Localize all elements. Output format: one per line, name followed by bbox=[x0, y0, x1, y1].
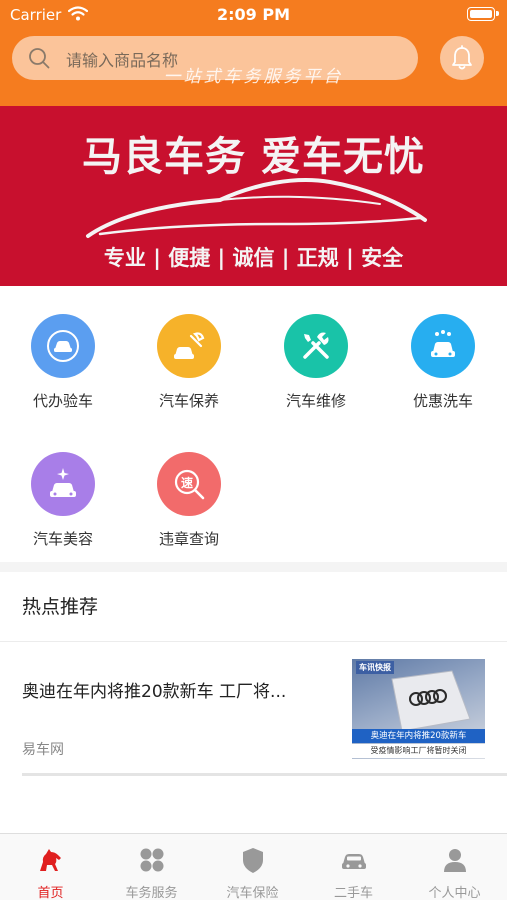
car-maintenance-icon bbox=[174, 332, 205, 359]
service-icon-bg bbox=[31, 452, 95, 516]
bottom-tab-bar: 首页 车务服务 汽车保险 二手车 个人中心 bbox=[0, 833, 507, 900]
service-car-wash[interactable]: 优惠洗车 bbox=[380, 286, 506, 410]
user-icon bbox=[444, 849, 466, 872]
promo-banner[interactable]: 马良车务 爱车无忧 专业 | 便捷 | 诚信 | 正规 | 安全 bbox=[0, 106, 507, 286]
service-label: 汽车维修 bbox=[285, 392, 346, 410]
tab-profile[interactable]: 个人中心 bbox=[404, 834, 505, 900]
service-car-inspection[interactable]: 代办验车 bbox=[0, 286, 126, 410]
banner-tags: 专业 | 便捷 | 诚信 | 正规 | 安全 bbox=[103, 246, 404, 270]
news-thumbnail: 车讯快报 奥迪在年内将推20款新车 受疫情影响工厂将暂时关闭 bbox=[352, 659, 485, 759]
thumb-caption-primary: 奥迪在年内将推20款新车 bbox=[352, 729, 485, 743]
hot-section-title: 热点推荐 bbox=[22, 596, 99, 618]
battery-icon bbox=[467, 7, 499, 21]
repair-tools-icon bbox=[303, 332, 329, 359]
service-icon-bg bbox=[157, 314, 221, 378]
section-divider bbox=[0, 562, 507, 572]
service-label: 代办验车 bbox=[32, 392, 93, 410]
service-violation-search[interactable]: 速 违章查询 bbox=[126, 424, 252, 548]
tab-label: 车务服务 bbox=[125, 886, 178, 900]
news-title: 奥迪在年内将推20款新车 工厂将... bbox=[22, 682, 287, 702]
tab-label: 个人中心 bbox=[428, 886, 481, 900]
car-beauty-icon bbox=[50, 468, 76, 497]
news-item[interactable]: 奥迪在年内将推20款新车 工厂将... 易车网 车讯快报 奥迪在年内将推20款新… bbox=[0, 643, 507, 776]
tab-car-services[interactable]: 车务服务 bbox=[101, 834, 202, 900]
services-grid: 代办验车 汽车保养 汽车维修 优惠洗车 汽车美容 速 违章查询 bbox=[0, 286, 507, 562]
horse-icon bbox=[40, 849, 61, 871]
hot-section-header: 热点推荐 bbox=[0, 572, 507, 642]
service-icon-bg bbox=[31, 314, 95, 378]
service-car-repair[interactable]: 汽车维修 bbox=[253, 286, 379, 410]
tab-label: 二手车 bbox=[333, 886, 373, 900]
header-slogan: 一站式车务服务平台 bbox=[163, 67, 344, 87]
thumb-caption-secondary: 受疫情影响工厂将暂时关闭 bbox=[352, 744, 485, 758]
service-label: 汽车保养 bbox=[158, 392, 219, 410]
tab-car-insurance[interactable]: 汽车保险 bbox=[202, 834, 303, 900]
tab-used-cars[interactable]: 二手车 bbox=[303, 834, 404, 900]
service-icon-bg bbox=[411, 314, 475, 378]
grid-icon bbox=[140, 848, 164, 872]
app-header: Carrier 2:09 PM 请输入商品名称 一站式车务服务平台 bbox=[0, 0, 507, 106]
car-inspection-icon bbox=[47, 330, 79, 362]
news-source: 易车网 bbox=[22, 742, 64, 758]
service-label: 优惠洗车 bbox=[412, 392, 473, 410]
service-car-maintenance[interactable]: 汽车保养 bbox=[126, 286, 252, 410]
tab-home[interactable]: 首页 bbox=[0, 834, 101, 900]
car-silhouette-icon bbox=[86, 178, 427, 238]
tab-label: 汽车保险 bbox=[226, 886, 279, 900]
service-label: 违章查询 bbox=[158, 530, 219, 548]
status-time: 2:09 PM bbox=[216, 5, 290, 24]
service-icon-bg bbox=[284, 314, 348, 378]
service-car-beauty[interactable]: 汽车美容 bbox=[0, 424, 126, 548]
svg-text:速: 速 bbox=[181, 475, 193, 490]
car-icon bbox=[342, 854, 366, 869]
status-bar: Carrier 2:09 PM bbox=[0, 0, 507, 30]
service-icon-bg: 速 bbox=[157, 452, 221, 516]
violation-search-icon: 速 bbox=[174, 469, 205, 500]
tab-label: 首页 bbox=[37, 886, 64, 900]
car-wash-icon bbox=[431, 330, 455, 357]
service-label: 汽车美容 bbox=[32, 530, 93, 548]
news-divider bbox=[22, 773, 507, 776]
shield-icon bbox=[243, 848, 263, 873]
